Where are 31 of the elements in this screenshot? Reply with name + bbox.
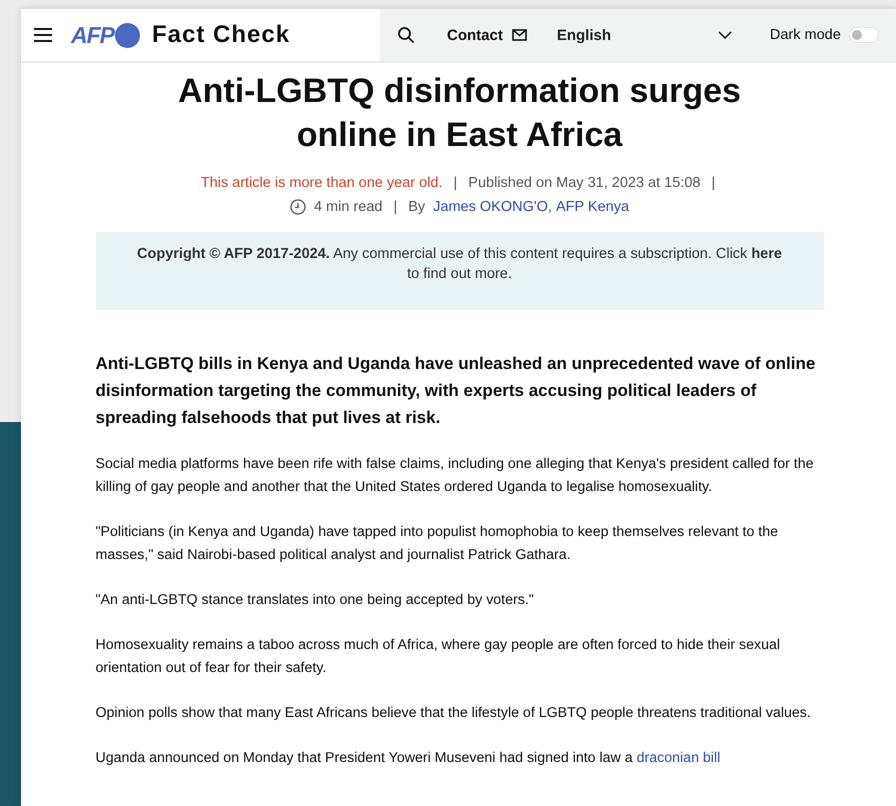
article-paragraph: Homosexuality remains a taboo across much of Africa, where gay people are often forced to hide their sexual orientation out of fear for their safety. xyxy=(96,636,782,678)
byline-label: By xyxy=(408,199,426,215)
separator: | xyxy=(454,175,458,191)
article-lead: Anti-LGBTQ bills in Kenya and Uganda have unleashed an unprecedented wave of online disinformation targeting the community, with experts accusing political leaders of spreading falsehoods that put lives at risk. xyxy=(96,353,816,429)
separator: | xyxy=(393,199,398,215)
author-separator: , xyxy=(548,199,552,215)
age-notice: This article is more than one year old. xyxy=(200,175,443,191)
dark-mode-label: Dark mode xyxy=(770,27,841,43)
contact-link[interactable]: Contact xyxy=(447,26,503,44)
article-title: Anti-LGBTQ disinformation surges online in East Africa xyxy=(177,71,742,156)
author-link[interactable]: James OKONG'O xyxy=(433,199,548,215)
published-date: Published on May 31, 2023 at 15:08 xyxy=(468,175,700,191)
separator: | xyxy=(711,175,716,191)
search-icon[interactable] xyxy=(397,26,415,44)
dark-mode-toggle[interactable] xyxy=(848,27,879,43)
afp-logo[interactable]: AFP xyxy=(71,22,140,48)
read-time: 4 min read xyxy=(314,199,382,215)
article-paragraph: "An anti-LGBTQ stance translates into one being accepted by voters." xyxy=(96,591,535,610)
article-paragraph: Social media platforms have been rife with false claims, including one alleging that Kenya's president called for the killing of gay people and another that the United States ordered Uganda to legalise homosexuality. xyxy=(96,455,814,497)
clock-icon xyxy=(290,199,306,215)
language-select[interactable]: English xyxy=(556,26,732,44)
copyright-notice: Copyright © AFP 2017-2024. Any commercial use of this content requires a subscription. Click here to find out more. xyxy=(96,232,824,310)
chevron-down-icon xyxy=(718,31,732,39)
article-paragraph: Uganda announced on Monday that President Yoweri Museveni had signed into law a draconian bill xyxy=(96,749,722,768)
mail-icon xyxy=(512,29,527,41)
site-title: Fact Check xyxy=(152,21,290,49)
article-paragraph: Opinion polls show that many East Africans believe that the lifestyle of LGBTQ people threatens traditional values. xyxy=(96,704,812,723)
author-link[interactable]: AFP Kenya xyxy=(556,199,630,215)
article-link[interactable]: draconian bill xyxy=(636,750,720,766)
article-paragraph: "Politicians (in Kenya and Uganda) have tapped into populist homophobia to keep themselves relevant to the masses," said Nairobi-based political analyst and journalist Patrick Gathara. xyxy=(96,523,780,565)
menu-icon[interactable] xyxy=(33,27,53,43)
